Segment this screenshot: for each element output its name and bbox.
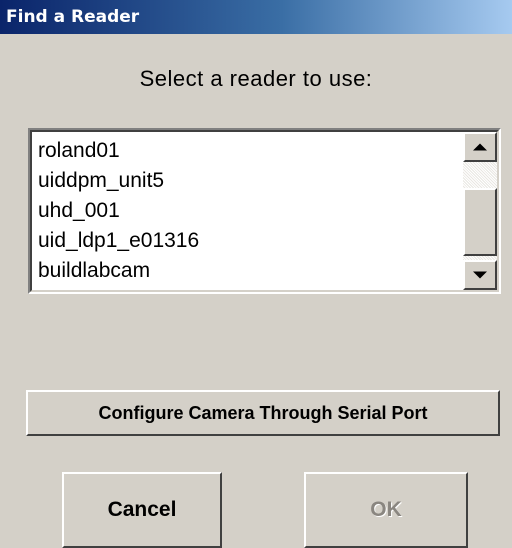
select-reader-prompt: Select a reader to use:: [139, 66, 373, 91]
list-item[interactable]: uhd_001: [38, 196, 458, 226]
vertical-scrollbar[interactable]: [463, 132, 497, 290]
list-item[interactable]: roland01: [38, 136, 458, 166]
window-title: Find a Reader: [6, 7, 140, 27]
scroll-down-arrow-icon: [473, 271, 487, 279]
list-item[interactable]: uiddpm_unit5: [38, 166, 458, 196]
scroll-up-arrow-icon: [473, 143, 487, 151]
configure-camera-button[interactable]: Configure Camera Through Serial Port: [26, 390, 500, 436]
window-title-bar[interactable]: Find a Reader: [0, 0, 512, 34]
scroll-down-button[interactable]: [463, 260, 497, 290]
list-item[interactable]: buildlabcam: [38, 256, 458, 286]
ok-button[interactable]: OK: [304, 472, 468, 548]
scroll-up-button[interactable]: [463, 132, 497, 162]
scrollbar-thumb[interactable]: [463, 188, 497, 256]
listbox-frame: roland01 uiddpm_unit5 uhd_001 uid_ldp1_e…: [30, 130, 499, 292]
reader-list-items: roland01 uiddpm_unit5 uhd_001 uid_ldp1_e…: [38, 136, 458, 286]
cancel-button[interactable]: Cancel: [62, 472, 222, 548]
list-item[interactable]: uid_ldp1_e01316: [38, 226, 458, 256]
reader-listbox[interactable]: roland01 uiddpm_unit5 uhd_001 uid_ldp1_e…: [28, 128, 501, 294]
